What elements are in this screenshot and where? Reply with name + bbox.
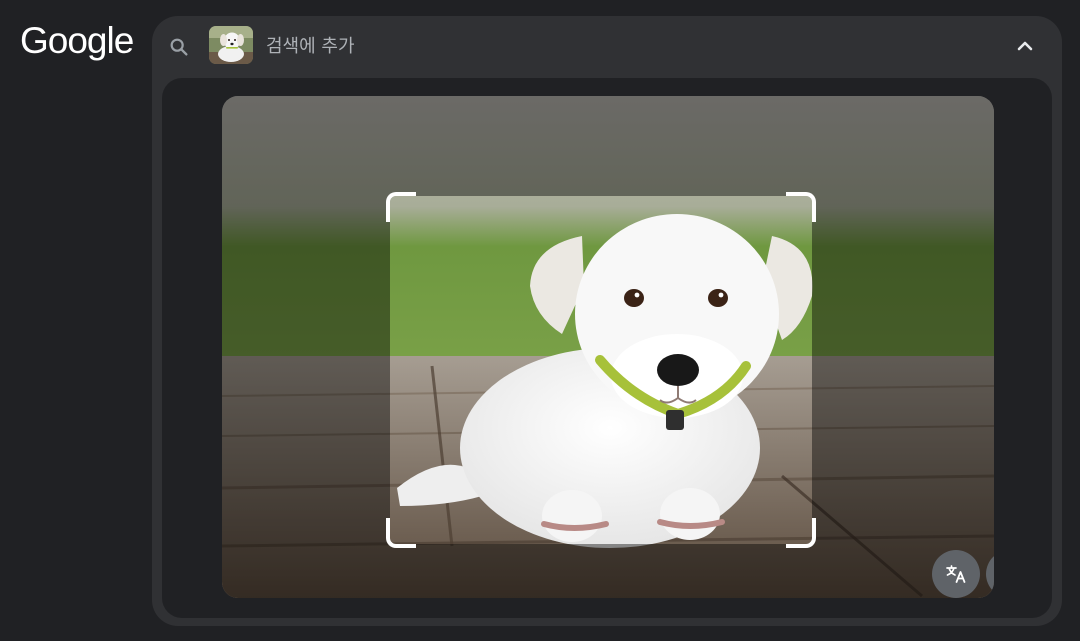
image-viewer bbox=[222, 96, 994, 598]
crop-corner-icon[interactable] bbox=[386, 518, 416, 548]
image-workspace bbox=[162, 78, 1052, 618]
crop-corner-icon[interactable] bbox=[786, 192, 816, 222]
crop-selection[interactable] bbox=[386, 192, 816, 548]
search-bar bbox=[152, 16, 1062, 76]
search-icon bbox=[170, 38, 188, 56]
translate-icon bbox=[946, 565, 966, 583]
crop-corner-icon[interactable] bbox=[786, 518, 816, 548]
crop-corner-icon[interactable] bbox=[386, 192, 416, 222]
search-image-thumbnail[interactable] bbox=[209, 26, 253, 64]
translate-button[interactable] bbox=[932, 550, 980, 598]
google-logo[interactable]: Google bbox=[20, 22, 134, 59]
collapse-button[interactable] bbox=[1008, 30, 1042, 62]
lens-panel bbox=[152, 16, 1062, 626]
chevron-up-icon bbox=[1017, 41, 1033, 51]
search-input[interactable] bbox=[266, 30, 866, 62]
